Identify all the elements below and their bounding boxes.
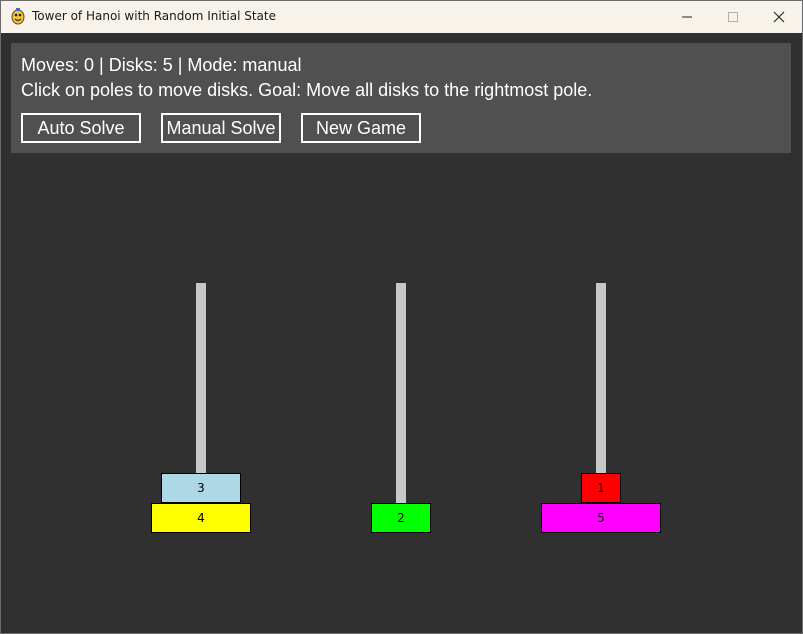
info-panel: Moves: 0 | Disks: 5 | Mode: manual Click… <box>11 43 791 153</box>
auto-solve-button[interactable]: Auto Solve <box>21 113 141 143</box>
manual-solve-button[interactable]: Manual Solve <box>161 113 281 143</box>
close-button[interactable] <box>756 1 802 33</box>
disk-4[interactable]: 4 <box>151 503 251 533</box>
app-window: Tower of Hanoi with Random Initial State… <box>0 0 803 634</box>
disk-label: 3 <box>197 481 205 495</box>
maximize-button[interactable] <box>710 1 756 33</box>
new-game-button[interactable]: New Game <box>301 113 421 143</box>
pole-2[interactable] <box>396 283 406 531</box>
window-title: Tower of Hanoi with Random Initial State <box>32 9 276 23</box>
disk-label: 4 <box>197 511 205 525</box>
disk-2[interactable]: 2 <box>371 503 431 533</box>
minimize-button[interactable] <box>664 1 710 33</box>
disk-3[interactable]: 3 <box>161 473 241 503</box>
disk-5[interactable]: 5 <box>541 503 661 533</box>
game-canvas[interactable]: Moves: 0 | Disks: 5 | Mode: manual Click… <box>1 33 802 633</box>
minimize-icon <box>681 8 693 27</box>
instructions-text: Click on poles to move disks. Goal: Move… <box>21 80 593 100</box>
disk-1[interactable]: 1 <box>581 473 621 503</box>
pygame-snake-icon <box>10 8 26 25</box>
title-bar[interactable]: Tower of Hanoi with Random Initial State <box>1 1 802 33</box>
disk-label: 5 <box>597 511 605 525</box>
close-icon <box>773 8 785 27</box>
disk-label: 1 <box>597 481 605 495</box>
status-text: Moves: 0 | Disks: 5 | Mode: manual <box>21 55 302 75</box>
maximize-icon <box>727 8 739 27</box>
disk-label: 2 <box>397 511 405 525</box>
